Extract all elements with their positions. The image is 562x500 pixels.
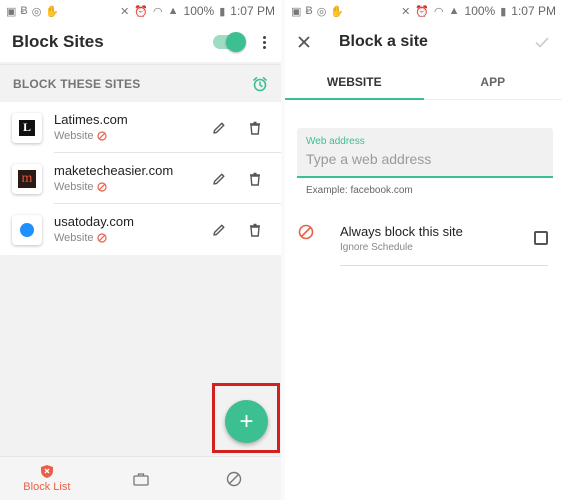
nav-blocked[interactable]	[187, 457, 281, 500]
site-favicon: m	[12, 163, 42, 194]
always-block-title: Always block this site	[340, 224, 463, 239]
list-item[interactable]: m maketecheasier.com Website	[0, 153, 281, 204]
mute-icon: ✕	[401, 5, 411, 18]
add-site-button[interactable]: +	[225, 400, 268, 443]
field-hint: Example: facebook.com	[306, 185, 413, 196]
tab-bar: WEBSITE APP	[285, 64, 562, 100]
mute-icon: ✕	[120, 5, 130, 18]
battery-level: 100%	[183, 4, 215, 18]
section-header: BLOCK THESE SITES	[0, 64, 281, 102]
briefcase-icon	[132, 472, 149, 486]
photo-icon: ▣	[6, 5, 17, 18]
schedule-alarm-icon[interactable]	[252, 76, 268, 92]
tab-app[interactable]: APP	[424, 64, 562, 99]
page-title: Block Sites	[12, 32, 104, 51]
site-name: Latimes.com	[54, 111, 128, 127]
battery-level: 100%	[464, 4, 496, 18]
page-title: Block a site	[339, 33, 428, 50]
blocked-icon	[96, 130, 107, 141]
site-type: Website	[54, 179, 211, 195]
latimes-logo-icon: L	[19, 119, 35, 136]
field-label: Web address	[306, 136, 365, 147]
app-bar: Block Sites	[0, 22, 281, 62]
block-icon	[298, 224, 314, 240]
always-block-subtitle: Ignore Schedule	[340, 242, 413, 253]
site-type: Website	[54, 230, 211, 246]
app-bar: Block a site	[285, 22, 562, 62]
close-icon[interactable]	[297, 35, 311, 49]
site-type-label: Website	[54, 180, 94, 193]
section-label: BLOCK THESE SITES	[13, 76, 141, 91]
block-list-screen: ▣ Ƀ ◎ ✋ ✕ ⏰ ◠ ▲ 100% ▮ 1:07 PM Block Sit…	[0, 0, 281, 500]
block-a-site-screen: ▣ Ƀ ◎ ✋ ✕ ⏰ ◠ ▲ 100% ▮ 1:07 PM Block a s…	[285, 0, 562, 500]
clock: 1:07 PM	[230, 4, 275, 18]
battery-icon: ▮	[500, 5, 507, 18]
hand-icon: ✋	[45, 5, 60, 18]
signal-app-icon: Ƀ	[20, 5, 28, 17]
bottom-navigation: Block List	[0, 456, 281, 500]
status-bar: ▣ Ƀ ◎ ✋ ✕ ⏰ ◠ ▲ 100% ▮ 1:07 PM	[285, 0, 562, 22]
list-item[interactable]: L Latimes.com Website	[0, 102, 281, 153]
web-address-input[interactable]	[306, 151, 544, 167]
status-bar: ▣ Ƀ ◎ ✋ ✕ ⏰ ◠ ▲ 100% ▮ 1:07 PM	[0, 0, 281, 22]
maketecheasier-logo-icon: m	[18, 169, 36, 188]
site-type-label: Website	[54, 129, 94, 142]
cell-signal-icon: ▲	[448, 5, 460, 17]
site-list: L Latimes.com Website m maketecheasier.c…	[0, 102, 281, 255]
nav-block-list-label: Block List	[23, 481, 71, 493]
web-address-field[interactable]: Web address	[297, 128, 553, 178]
edit-icon[interactable]	[211, 171, 227, 187]
list-item[interactable]: usatoday.com Website	[0, 204, 281, 255]
signal-app-icon: Ƀ	[305, 5, 313, 17]
confirm-check-icon[interactable]	[534, 34, 550, 50]
delete-icon[interactable]	[247, 120, 263, 136]
status-notification-icons: ▣ Ƀ ◎ ✋	[6, 5, 59, 18]
shield-block-icon	[40, 465, 53, 478]
blocked-icon	[96, 181, 107, 192]
delete-icon[interactable]	[247, 171, 263, 187]
delete-icon[interactable]	[247, 222, 263, 238]
edit-icon[interactable]	[211, 120, 227, 136]
alarm-status-icon: ⏰	[415, 5, 430, 18]
site-favicon: L	[12, 112, 42, 143]
nav-block-list[interactable]: Block List	[0, 457, 94, 500]
usatoday-logo-icon	[20, 222, 34, 237]
status-notification-icons: ▣ Ƀ ◎ ✋	[291, 5, 344, 18]
site-name: usatoday.com	[54, 213, 134, 229]
toggle-knob	[226, 32, 246, 52]
block-icon	[226, 471, 242, 486]
always-block-checkbox[interactable]	[534, 231, 548, 245]
site-favicon	[12, 214, 42, 245]
battery-icon: ▮	[219, 5, 226, 18]
alarm-status-icon: ⏰	[134, 5, 149, 18]
more-options-icon[interactable]	[259, 35, 269, 49]
block-toggle[interactable]	[213, 32, 246, 52]
wifi-icon: ◠	[434, 5, 444, 18]
edit-icon[interactable]	[211, 222, 227, 238]
divider	[340, 265, 548, 266]
clock: 1:07 PM	[511, 4, 556, 18]
wifi-icon: ◠	[153, 5, 163, 18]
site-name: maketecheasier.com	[54, 162, 174, 178]
hand-icon: ✋	[330, 5, 345, 18]
instagram-icon: ◎	[316, 5, 327, 18]
cell-signal-icon: ▲	[167, 5, 179, 17]
status-system-icons: ✕ ⏰ ◠ ▲ 100% ▮ 1:07 PM	[401, 4, 556, 18]
blocked-icon	[96, 232, 107, 243]
photo-icon: ▣	[291, 5, 302, 18]
always-block-option[interactable]: Always block this site Ignore Schedule	[285, 216, 562, 266]
tab-website[interactable]: WEBSITE	[285, 64, 424, 100]
site-type-label: Website	[54, 231, 94, 244]
status-system-icons: ✕ ⏰ ◠ ▲ 100% ▮ 1:07 PM	[120, 4, 275, 18]
instagram-icon: ◎	[31, 5, 42, 18]
nav-work-mode[interactable]	[94, 457, 188, 500]
screenshot-root: ▣ Ƀ ◎ ✋ ✕ ⏰ ◠ ▲ 100% ▮ 1:07 PM Block Sit…	[0, 0, 562, 500]
site-type: Website	[54, 128, 211, 144]
